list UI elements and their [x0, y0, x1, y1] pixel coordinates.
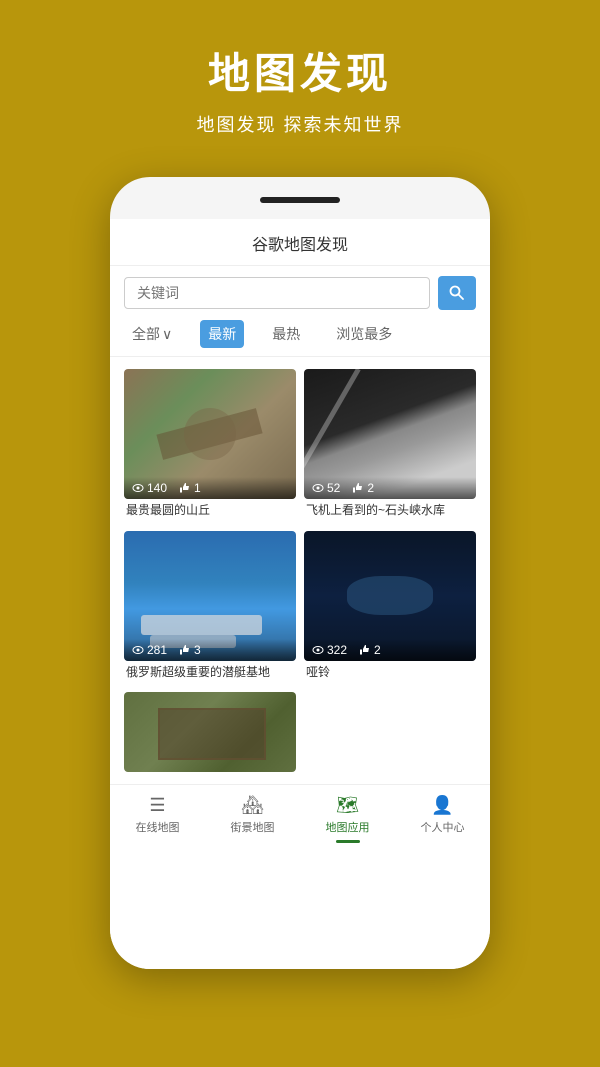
like-count-1: 1 [179, 481, 201, 495]
filter-tabs: 全部 ∨ 最新 最热 浏览最多 [110, 320, 490, 357]
nav-item-online-map[interactable]: ☰ 在线地图 [110, 795, 205, 843]
nav-item-street-view[interactable]: 🏘 街景地图 [205, 795, 300, 843]
map-image-1: 140 1 [124, 369, 296, 499]
thumb-up-icon [359, 644, 371, 656]
like-count-2: 2 [352, 481, 374, 495]
list-item[interactable] [124, 692, 296, 772]
thumb-up-icon [352, 482, 364, 494]
view-count-1: 140 [132, 481, 167, 495]
profile-icon: 👤 [431, 795, 453, 816]
app-title: 谷歌地图发现 [110, 219, 490, 266]
search-button[interactable] [438, 276, 476, 310]
search-input[interactable] [124, 277, 430, 309]
image-stats-3: 281 3 [124, 639, 296, 661]
view-count-4: 322 [312, 643, 347, 657]
like-count-4: 2 [359, 643, 381, 657]
sub-title: 地图发现 探索未知世界 [197, 111, 404, 137]
map-image-4: 322 2 [304, 531, 476, 661]
filter-tab-most-viewed[interactable]: 浏览最多 [328, 320, 400, 348]
phone-content: 谷歌地图发现 全部 ∨ 最新 最热 浏览最多 [110, 219, 490, 969]
thumb-up-icon [179, 644, 191, 656]
map-image-3: 281 3 [124, 531, 296, 661]
view-count-3: 281 [132, 643, 167, 657]
chevron-down-icon: ∨ [162, 326, 172, 343]
image-stats-4: 322 2 [304, 639, 476, 661]
map-image-2: 52 2 [304, 369, 476, 499]
filter-tab-latest[interactable]: 最新 [200, 320, 244, 348]
filter-tab-hot[interactable]: 最热 [264, 320, 308, 348]
item-label-3: 俄罗斯超级重要的潜艇基地 [124, 661, 296, 685]
nav-label-online-map: 在线地图 [136, 819, 180, 835]
list-item[interactable]: 140 1 最贵最圆的山丘 [124, 369, 296, 523]
hero-header: 地图发现 地图发现 探索未知世界 [0, 0, 600, 157]
nav-label-street-view: 街景地图 [231, 819, 275, 835]
active-indicator [336, 840, 360, 843]
menu-icon: ☰ [149, 795, 165, 816]
like-count-3: 3 [179, 643, 201, 657]
nav-label-map-apps: 地图应用 [326, 819, 370, 835]
list-item[interactable]: 322 2 哑铃 [304, 531, 476, 685]
thumb-up-icon [179, 482, 191, 494]
map-apps-icon: 🗺 [336, 795, 359, 816]
image-stats-2: 52 2 [304, 477, 476, 499]
map-image-5 [124, 692, 296, 772]
eye-icon [312, 483, 324, 493]
eye-icon [132, 645, 144, 655]
bottom-navigation: ☰ 在线地图 🏘 街景地图 🗺 地图应用 👤 个人中心 [110, 784, 490, 857]
main-title: 地图发现 [208, 40, 392, 101]
filter-tab-all[interactable]: 全部 ∨ [124, 320, 180, 348]
eye-icon [132, 483, 144, 493]
phone-mockup: 谷歌地图发现 全部 ∨ 最新 最热 浏览最多 [110, 177, 490, 969]
item-label-1: 最贵最圆的山丘 [124, 499, 296, 523]
image-stats-1: 140 1 [124, 477, 296, 499]
search-icon [449, 285, 465, 301]
view-count-2: 52 [312, 481, 340, 495]
nav-label-profile: 个人中心 [421, 819, 465, 835]
list-item[interactable]: 281 3 俄罗斯超级重要的潜艇基地 [124, 531, 296, 685]
nav-item-map-apps[interactable]: 🗺 地图应用 [300, 795, 395, 843]
nav-item-profile[interactable]: 👤 个人中心 [395, 795, 490, 843]
item-label-4: 哑铃 [304, 661, 476, 685]
eye-icon [312, 645, 324, 655]
search-bar [110, 266, 490, 320]
phone-notch [260, 197, 340, 203]
list-item[interactable]: 52 2 飞机上看到的~石头峡水库 [304, 369, 476, 523]
street-view-icon: 🏘 [241, 795, 264, 816]
item-label-2: 飞机上看到的~石头峡水库 [304, 499, 476, 523]
content-grid: 140 1 最贵最圆的山丘 [110, 357, 490, 784]
